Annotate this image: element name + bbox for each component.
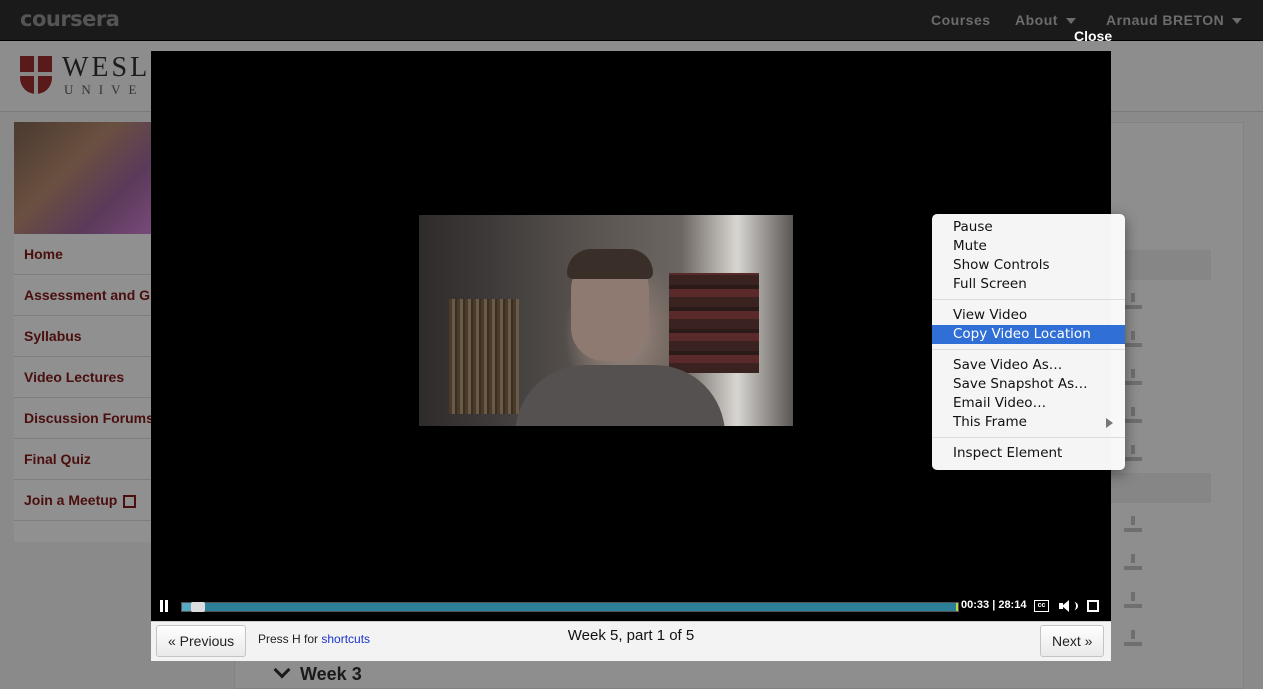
video-content [449, 299, 519, 414]
download-icon[interactable] [1124, 369, 1142, 385]
download-icon[interactable] [1124, 445, 1142, 461]
external-link-icon [123, 494, 137, 508]
menu-separator [932, 437, 1125, 438]
download-icon[interactable] [1124, 331, 1142, 347]
submenu-arrow-icon [1106, 418, 1113, 428]
download-icon[interactable] [1124, 293, 1142, 309]
section-header-row [1111, 473, 1211, 503]
menu-separator [932, 349, 1125, 350]
previous-button[interactable]: « Previous [156, 625, 247, 657]
progress-bar[interactable] [181, 602, 959, 612]
user-name: Arnaud BRETON [1106, 12, 1225, 28]
shortcuts-link[interactable]: shortcuts [321, 632, 370, 646]
menu-item-label: This Frame [953, 414, 1027, 430]
university-subtitle: UNIVE [64, 82, 145, 97]
fullscreen-icon[interactable] [1087, 600, 1099, 612]
section-header-row [1111, 250, 1211, 280]
download-icon[interactable] [1124, 592, 1142, 608]
progress-thumb[interactable] [190, 602, 205, 612]
lecture-nav-bar: Week 5, part 1 of 5 « Previous Press H f… [151, 621, 1111, 661]
menu-separator [932, 299, 1125, 300]
sidebar-item-final-quiz[interactable]: Final Quiz [14, 439, 154, 480]
shortcut-hint: Press H for shortcuts [258, 632, 370, 646]
video-frame[interactable] [419, 215, 793, 426]
context-menu: Pause Mute Show Controls Full Screen Vie… [932, 214, 1125, 470]
video-content [669, 273, 759, 373]
menu-item-copy-video-location[interactable]: Copy Video Location [932, 325, 1125, 344]
time-display: 00:33 | 28:14 [961, 599, 1027, 611]
shortcut-prefix: Press H for [258, 632, 322, 646]
next-button[interactable]: Next » [1040, 625, 1105, 657]
menu-item-mute[interactable]: Mute [932, 237, 1125, 256]
sidebar-item-join-meetup[interactable]: Join a Meetup [14, 480, 154, 521]
nav-about[interactable]: About [1015, 12, 1076, 28]
university-shield-logo [20, 56, 52, 94]
download-icon[interactable] [1124, 516, 1142, 532]
nav-about-label: About [1015, 12, 1058, 28]
sidebar-item-video-lectures[interactable]: Video Lectures [14, 357, 154, 398]
buffer-marker [956, 603, 958, 611]
sidebar-item-label: Join a Meetup [24, 492, 118, 508]
menu-item-inspect-element[interactable]: Inspect Element [932, 444, 1125, 463]
menu-item-save-snapshot-as[interactable]: Save Snapshot As… [932, 375, 1125, 394]
course-sidebar: Home Assessment and Gr Syllabus Video Le… [14, 122, 154, 542]
sidebar-item-syllabus[interactable]: Syllabus [14, 316, 154, 357]
week-heading-label: Week 3 [300, 664, 362, 684]
menu-item-show-controls[interactable]: Show Controls [932, 256, 1125, 275]
menu-item-save-video-as[interactable]: Save Video As… [932, 356, 1125, 375]
sidebar-item-home[interactable]: Home [14, 234, 154, 275]
sidebar-item-discussion-forums[interactable]: Discussion Forums [14, 398, 154, 439]
chevron-down-icon [1232, 18, 1243, 25]
video-content [515, 365, 725, 426]
nav-courses[interactable]: Courses [931, 12, 991, 28]
pause-icon[interactable] [159, 600, 169, 612]
closed-captions-icon[interactable]: cc [1034, 600, 1049, 612]
user-menu[interactable]: Arnaud BRETON [1106, 12, 1243, 28]
player-controls: 00:33 | 28:14 cc [151, 594, 1111, 618]
menu-item-pause[interactable]: Pause [932, 218, 1125, 237]
course-banner-image [14, 122, 154, 234]
menu-item-email-video[interactable]: Email Video… [932, 394, 1125, 413]
volume-icon[interactable] [1059, 600, 1078, 612]
close-button[interactable]: Close [1074, 28, 1112, 44]
download-icon[interactable] [1124, 630, 1142, 646]
chevron-down-icon [1065, 18, 1076, 25]
menu-item-this-frame[interactable]: This Frame [932, 413, 1125, 432]
week-heading[interactable]: Week 3 [270, 661, 362, 685]
menu-item-view-video[interactable]: View Video [932, 306, 1125, 325]
download-icon[interactable] [1124, 407, 1142, 423]
sidebar-item-assessment[interactable]: Assessment and Gr [14, 275, 154, 316]
video-content [567, 249, 653, 279]
menu-item-full-screen[interactable]: Full Screen [932, 275, 1125, 294]
coursera-logo[interactable]: coursera [20, 7, 120, 31]
download-icon[interactable] [1124, 554, 1142, 570]
chevron-down-icon [273, 661, 291, 679]
